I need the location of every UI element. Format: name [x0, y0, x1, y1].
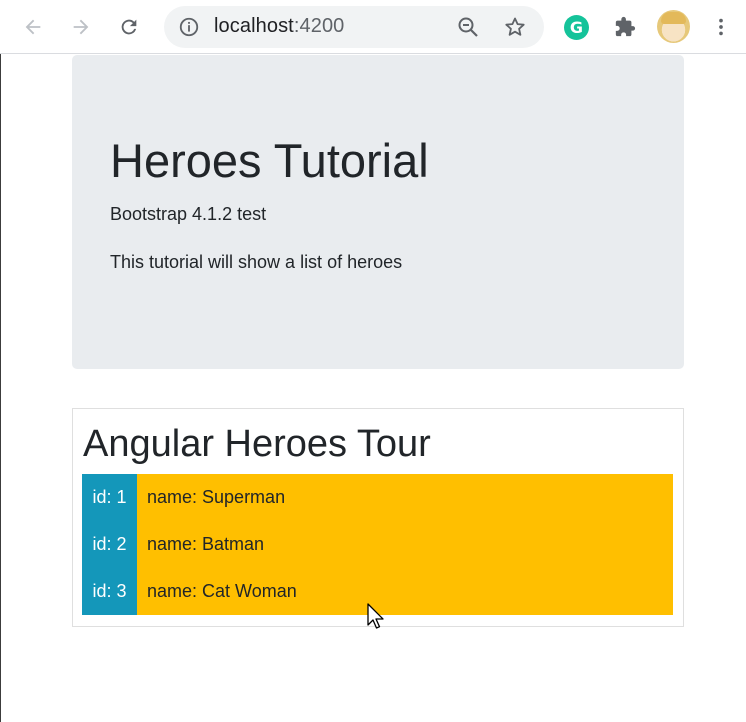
description: This tutorial will show a list of heroes: [110, 252, 403, 272]
info-icon[interactable]: [178, 16, 200, 38]
address-bar[interactable]: localhost:4200: [164, 6, 544, 48]
mouse-cursor-icon: [367, 603, 384, 629]
hero-row[interactable]: id: 1 name: Superman: [82, 474, 673, 521]
browser-toolbar: localhost:4200 G: [0, 0, 746, 54]
hero-name: name: Cat Woman: [137, 568, 673, 615]
jumbotron: Heroes Tutorial Bootstrap 4.1.2 test Thi…: [72, 55, 684, 369]
url-host: localhost: [214, 15, 294, 37]
url-text[interactable]: localhost:4200: [214, 15, 344, 38]
back-arrow-icon[interactable]: [18, 12, 48, 42]
more-vert-icon[interactable]: [706, 12, 736, 42]
avatar[interactable]: [657, 10, 690, 43]
window-edge: [0, 0, 1, 722]
grammarly-icon[interactable]: G: [564, 15, 589, 40]
url-port: :4200: [293, 15, 345, 37]
zoom-out-icon[interactable]: [456, 15, 480, 39]
forward-arrow-icon[interactable]: [66, 12, 96, 42]
hero-id: id: 1: [82, 474, 137, 521]
hero-id: id: 2: [82, 521, 137, 568]
hero-list: id: 1 name: Superman id: 2 name: Batman …: [82, 474, 673, 615]
section-title: Angular Heroes Tour: [83, 423, 431, 465]
subtitle: Bootstrap 4.1.2 test: [110, 204, 267, 224]
star-icon[interactable]: [503, 15, 527, 39]
grammarly-letter: G: [569, 18, 584, 37]
hero-row[interactable]: id: 2 name: Batman: [82, 521, 673, 568]
hero-id: id: 3: [82, 568, 137, 615]
hero-name: name: Batman: [137, 521, 673, 568]
hero-name: name: Superman: [137, 474, 673, 521]
puzzle-icon[interactable]: [610, 12, 640, 42]
heroes-card: Angular Heroes Tour id: 1 name: Superman…: [72, 408, 684, 627]
page-title: Heroes Tutorial: [110, 134, 429, 187]
reload-icon[interactable]: [114, 12, 144, 42]
